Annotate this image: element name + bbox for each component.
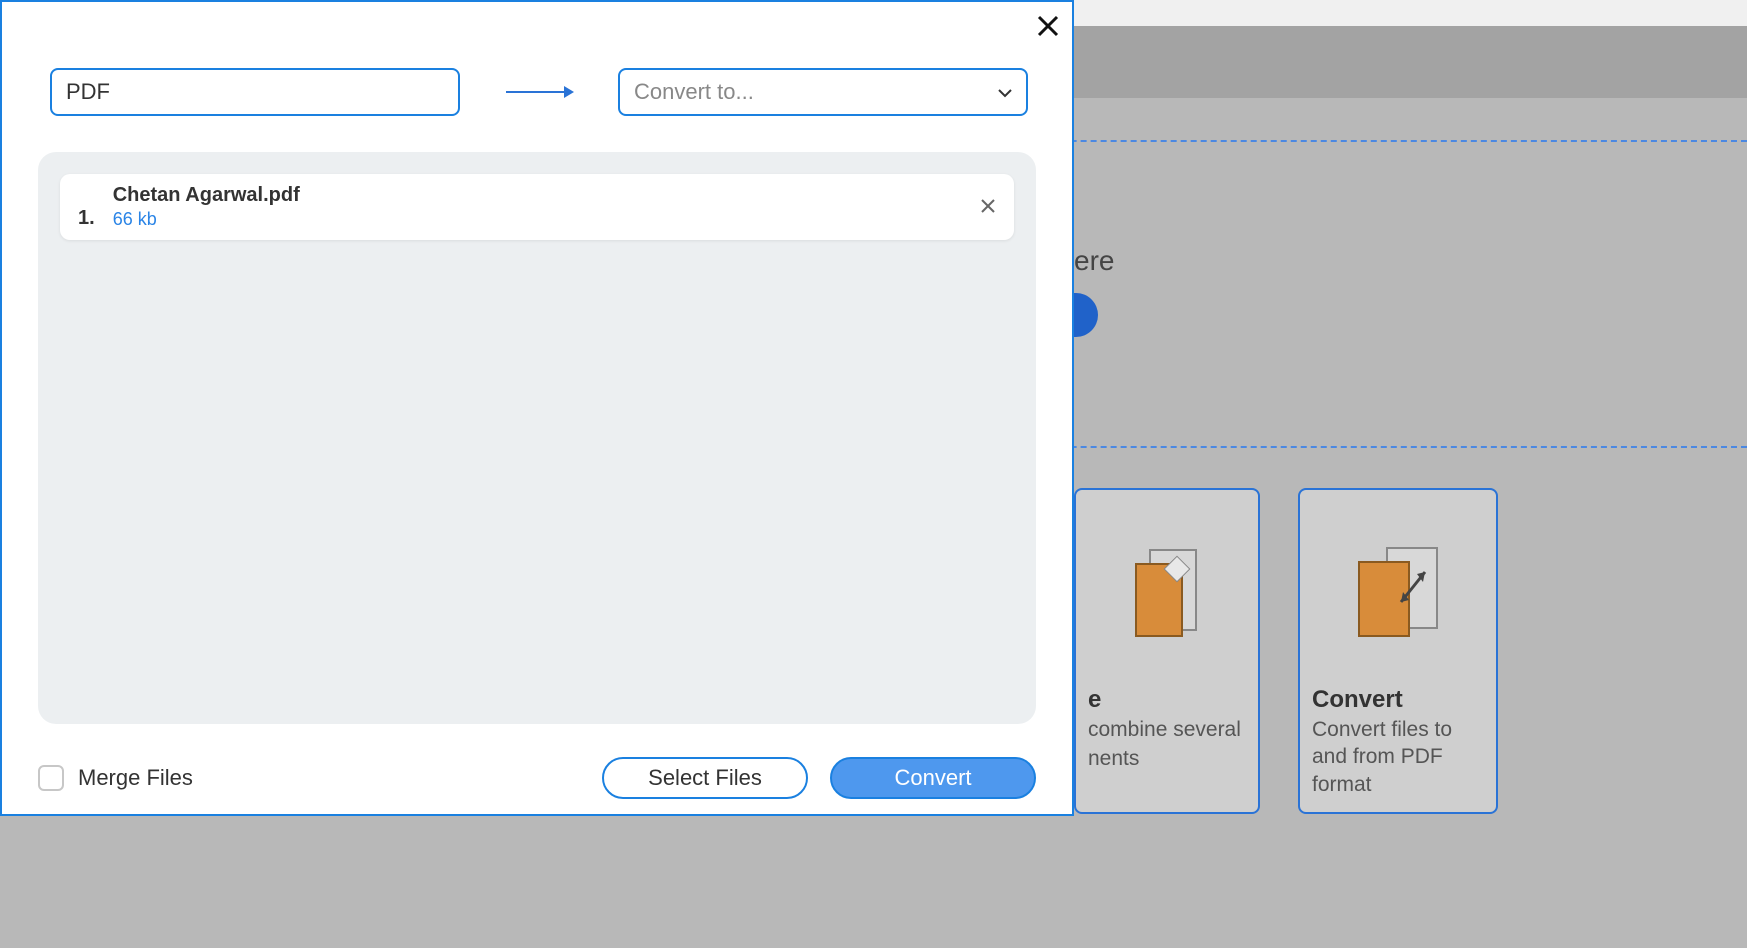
convert-label: Convert bbox=[894, 765, 971, 791]
merge-card-desc-line1: combine several bbox=[1088, 716, 1246, 743]
merge-files-checkbox[interactable] bbox=[38, 765, 64, 791]
convert-dialog: PDF Convert to... 1. Chetan Agarwal.pdf … bbox=[0, 0, 1074, 816]
file-row: 1. Chetan Agarwal.pdf 66 kb bbox=[60, 174, 1014, 240]
select-files-label: Select Files bbox=[648, 765, 762, 791]
arrow-icon bbox=[460, 84, 618, 100]
file-list-area: 1. Chetan Agarwal.pdf 66 kb bbox=[38, 152, 1036, 724]
select-files-button[interactable]: Select Files bbox=[602, 757, 808, 799]
close-icon bbox=[1037, 15, 1059, 37]
dialog-footer: Merge Files Select Files Convert bbox=[38, 750, 1036, 806]
merge-files-label: Merge Files bbox=[78, 765, 193, 791]
file-index: 1. bbox=[78, 207, 95, 240]
source-format-field[interactable]: PDF bbox=[50, 68, 460, 116]
drop-zone-text-fragment: ere bbox=[1074, 245, 1114, 277]
close-icon bbox=[980, 198, 996, 214]
destination-placeholder: Convert to... bbox=[634, 79, 754, 105]
merge-card-desc-line2: nents bbox=[1088, 745, 1246, 772]
close-button[interactable] bbox=[1030, 8, 1066, 44]
file-name: Chetan Agarwal.pdf bbox=[113, 184, 300, 207]
convert-card-title: Convert bbox=[1312, 686, 1484, 714]
chevron-down-icon bbox=[998, 82, 1012, 103]
remove-file-button[interactable] bbox=[980, 194, 996, 220]
convert-icon bbox=[1312, 522, 1484, 662]
convert-card-desc: Convert files to and from PDF format bbox=[1312, 716, 1484, 798]
merge-icon bbox=[1088, 522, 1246, 662]
convert-button[interactable]: Convert bbox=[830, 757, 1036, 799]
format-controls: PDF Convert to... bbox=[50, 68, 1028, 116]
merge-card-fragment: e combine several nents bbox=[1074, 488, 1260, 814]
convert-card: Convert Convert files to and from PDF fo… bbox=[1298, 488, 1498, 814]
source-format-value: PDF bbox=[66, 79, 110, 105]
file-size: 66 kb bbox=[113, 209, 300, 230]
merge-card-title-fragment: e bbox=[1088, 686, 1246, 714]
file-meta: Chetan Agarwal.pdf 66 kb bbox=[113, 184, 300, 230]
destination-format-select[interactable]: Convert to... bbox=[618, 68, 1028, 116]
